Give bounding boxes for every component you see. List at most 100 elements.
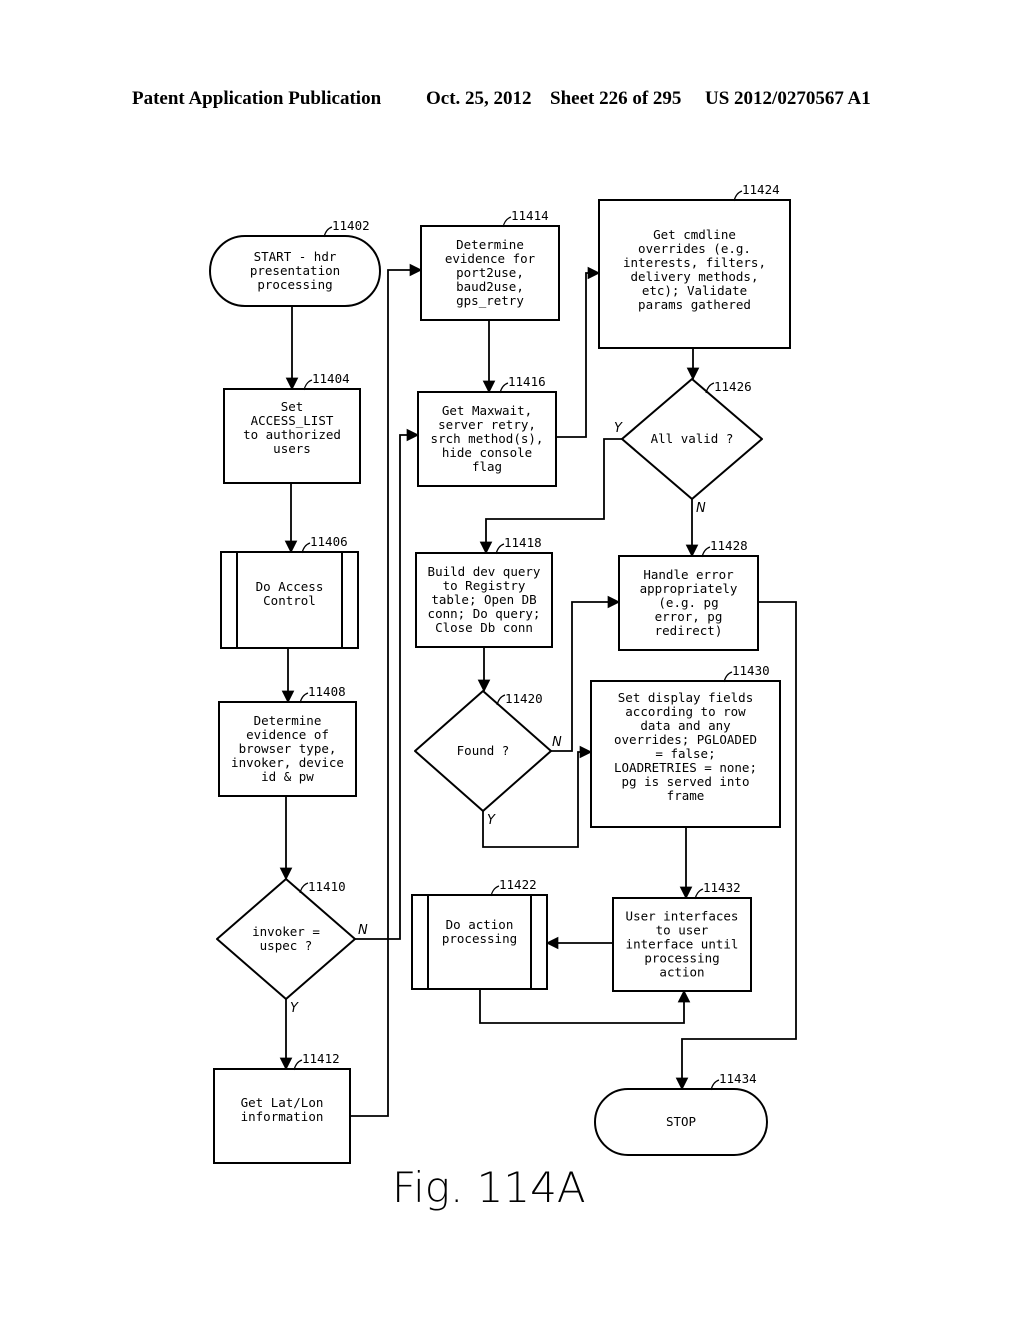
node-11432-text-line: User interfaces bbox=[626, 909, 739, 924]
reference-number: 11404 bbox=[312, 371, 350, 386]
node-11416-text-line: srch method(s), bbox=[431, 431, 544, 446]
node-11430-text-line: = false; bbox=[655, 746, 715, 761]
node-11410-decision: invoker =uspec ? 11410 bbox=[216, 878, 356, 1000]
node-11424-text-line: interests, filters, bbox=[623, 255, 766, 270]
reference-number: 11418 bbox=[504, 535, 542, 550]
node-11414-text-line: port2use, bbox=[456, 265, 524, 280]
node-11414-text-line: Determine bbox=[456, 237, 524, 252]
node-11434-terminator: STOP 11434 bbox=[594, 1071, 768, 1156]
edge-11416-to-11424 bbox=[556, 266, 601, 438]
node-11418-text-line: Close Db conn bbox=[435, 620, 533, 635]
node-11422-text-line: Do action bbox=[446, 917, 514, 932]
reference-number: 11420 bbox=[505, 691, 543, 706]
node-11428-text-line: error, pg bbox=[655, 609, 723, 624]
node-11402-text-line: START - hdr bbox=[254, 249, 337, 264]
node-11432-text-line: processing bbox=[644, 951, 719, 966]
node-11426-decision: All valid ? 11426 bbox=[621, 378, 763, 500]
node-11416-text-line: flag bbox=[472, 459, 502, 474]
node-11424-text-line: params gathered bbox=[638, 297, 751, 312]
node-11428-text-line: appropriately bbox=[640, 581, 738, 596]
node-11404-text-line: to authorized bbox=[243, 427, 341, 442]
figure-label: Fig. 114A bbox=[392, 1163, 586, 1212]
node-11418-text-line: table; Open DB bbox=[431, 592, 536, 607]
node-11416-process: Get Maxwait,server retry,srch method(s),… bbox=[417, 374, 557, 487]
node-11430-text-line: according to row bbox=[625, 704, 746, 719]
reference-number: 11402 bbox=[332, 218, 370, 233]
node-11402-text-line: processing bbox=[257, 277, 332, 292]
node-11424-text-line: overrides (e.g. bbox=[638, 241, 751, 256]
reference-number: 11422 bbox=[499, 877, 537, 892]
node-11402-terminator: START - hdrpresentationprocessing 11402 bbox=[209, 218, 381, 307]
node-11428-text-line: redirect) bbox=[655, 623, 723, 638]
node-11430-text-line: overrides; PGLOADED bbox=[614, 732, 757, 747]
node-11432-text-line: action bbox=[659, 965, 704, 980]
branch-label-no: N bbox=[696, 501, 706, 516]
node-11414-text-line: baud2use, bbox=[456, 279, 524, 294]
reference-number: 11434 bbox=[719, 1071, 757, 1086]
node-11406-text-line: Do Access bbox=[256, 579, 324, 594]
node-11432-process: User interfacesto userinterface untilpro… bbox=[612, 880, 752, 992]
node-11410-text-line: invoker = bbox=[252, 924, 320, 939]
node-11424-text-line: Get cmdline bbox=[653, 227, 736, 242]
node-11432-text-line: to user bbox=[656, 923, 709, 938]
node-11404-text-line: ACCESS_LIST bbox=[251, 413, 334, 428]
node-11424-text-line: delivery methods, bbox=[631, 269, 759, 284]
node-11430-text-line: Set display fields bbox=[618, 690, 753, 705]
node-11430-text-line: data and any bbox=[640, 718, 731, 733]
node-11418-process: Build dev queryto Registrytable; Open DB… bbox=[415, 535, 553, 648]
flowchart: START - hdrpresentationprocessing11402Se… bbox=[209, 182, 797, 1212]
node-11416-text-line: Get Maxwait, bbox=[442, 403, 532, 418]
node-11416-text-line: server retry, bbox=[438, 417, 536, 432]
node-11408-text-line: evidence of bbox=[246, 727, 329, 742]
node-11432-text-line: interface until bbox=[626, 937, 739, 952]
node-11428-text-line: Handle error bbox=[643, 567, 734, 582]
branch-label-no: N bbox=[358, 923, 368, 938]
reference-number: 11416 bbox=[508, 374, 546, 389]
node-11410-text-line: uspec ? bbox=[260, 938, 313, 953]
node-11412-process: Get Lat/Loninformation 11412 bbox=[213, 1051, 351, 1164]
node-11434-text-line: STOP bbox=[666, 1114, 696, 1129]
node-11414-text-line: gps_retry bbox=[456, 293, 524, 308]
node-11430-text-line: pg is served into bbox=[622, 774, 750, 789]
reference-number: 11410 bbox=[308, 879, 346, 894]
node-11426-text-line: All valid ? bbox=[651, 431, 734, 446]
reference-number: 11432 bbox=[703, 880, 741, 895]
reference-number: 11426 bbox=[714, 379, 752, 394]
node-11428-process: Handle errorappropriately(e.g. pgerror, … bbox=[618, 538, 759, 651]
node-11422-text-line: processing bbox=[442, 931, 517, 946]
reference-number: 11414 bbox=[511, 208, 549, 223]
node-11418-text-line: conn; Do query; bbox=[428, 606, 541, 621]
reference-number: 11412 bbox=[302, 1051, 340, 1066]
node-11408-text-line: browser type, bbox=[239, 741, 337, 756]
node-11412-text-line: information bbox=[241, 1109, 324, 1124]
node-11430-process: Set display fieldsaccording to rowdata a… bbox=[590, 663, 781, 828]
node-11414-text-line: evidence for bbox=[445, 251, 536, 266]
node-11430-text-line: frame bbox=[667, 788, 705, 803]
node-11404-text-line: Set bbox=[281, 399, 304, 414]
node-11408-text-line: invoker, device bbox=[231, 755, 344, 770]
node-11420-text-line: Found ? bbox=[457, 743, 510, 758]
node-11424-text-line: etc); Validate bbox=[642, 283, 747, 298]
node-11406-text-line: Control bbox=[263, 593, 316, 608]
node-11402-text-line: presentation bbox=[250, 263, 340, 278]
node-11406-predefined-process: Do AccessControl 11406 bbox=[220, 534, 359, 649]
branch-label-yes: Y bbox=[487, 813, 496, 828]
node-11404-text-line: users bbox=[273, 441, 311, 456]
branch-label-no: N bbox=[552, 735, 562, 750]
reference-number: 11428 bbox=[710, 538, 748, 553]
reference-number: 11408 bbox=[308, 684, 346, 699]
edge-11410-to-11416 bbox=[355, 428, 420, 940]
node-11414-process: Determineevidence forport2use,baud2use,g… bbox=[420, 208, 560, 321]
node-11428-text-line: (e.g. pg bbox=[658, 595, 718, 610]
node-11422-predefined-process: Do actionprocessing 11422 bbox=[411, 877, 548, 990]
node-11408-text-line: Determine bbox=[254, 713, 322, 728]
node-11418-text-line: Build dev query bbox=[428, 564, 541, 579]
reference-number: 11430 bbox=[732, 663, 770, 678]
branch-label-yes: Y bbox=[290, 1001, 299, 1016]
node-11408-text-line: id & pw bbox=[261, 769, 314, 784]
node-11420-decision: Found ? 11420 bbox=[414, 690, 552, 812]
reference-number: 11424 bbox=[742, 182, 780, 197]
edge-11422-to-11432 bbox=[479, 989, 691, 1024]
reference-number: 11406 bbox=[310, 534, 348, 549]
branch-label-yes: Y bbox=[614, 421, 623, 436]
